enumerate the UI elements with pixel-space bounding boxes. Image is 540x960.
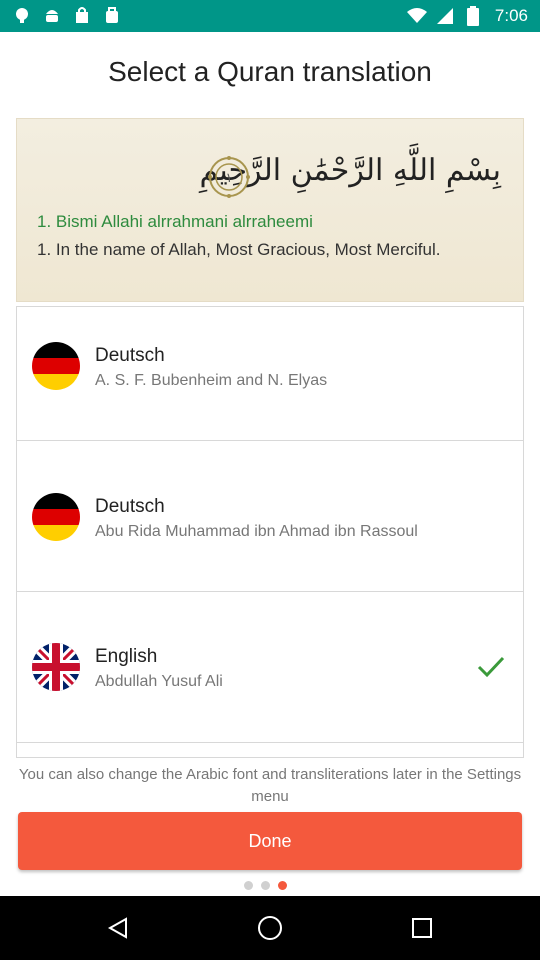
- settings-note: You can also change the Arabic font and …: [18, 766, 522, 805]
- shopping-icon: [102, 5, 122, 25]
- list-item[interactable]: English Abdullah Yusuf Ali: [17, 592, 523, 743]
- transliteration-text: 1. Bismi Allahi alrrahmani alrraheemi: [37, 212, 313, 231]
- checkmark-icon: [477, 655, 505, 679]
- translation-text: 1. In the name of Allah, Most Gracious, …: [37, 240, 441, 259]
- recents-icon[interactable]: [404, 910, 440, 946]
- translation-language: Deutsch: [95, 345, 165, 366]
- signal-icon: [435, 6, 455, 26]
- translation-translator: Abdullah Yusuf Ali: [95, 673, 223, 690]
- page-indicator: [244, 881, 287, 890]
- navigation-bar: [0, 896, 540, 960]
- germany-flag-icon: [32, 493, 80, 541]
- page-title: Select a Quran translation: [108, 56, 432, 87]
- translation-translator: A. S. F. Bubenheim and N. Elyas: [95, 372, 328, 389]
- back-icon[interactable]: [100, 910, 136, 946]
- app-icon: [12, 5, 32, 25]
- status-time: 7:06: [494, 6, 528, 25]
- status-bar: 7:06: [0, 0, 540, 32]
- android-icon: [42, 5, 62, 25]
- bag-icon: [72, 5, 92, 25]
- page-dot: [261, 881, 270, 890]
- done-button[interactable]: Done: [18, 812, 522, 870]
- translation-preview: بِسْمِ اللَّهِ الرَّحْمَٰنِ الرَّحِيمِ ١…: [16, 118, 524, 302]
- page-dot: [244, 881, 253, 890]
- germany-flag-icon: [32, 342, 80, 390]
- ayah-number-icon: ١: [207, 155, 251, 199]
- wifi-icon: [406, 6, 427, 26]
- list-item[interactable]: Deutsch Abu Rida Muhammad ibn Ahmad ibn …: [17, 441, 523, 592]
- uk-flag-icon: [32, 643, 80, 691]
- home-icon[interactable]: [252, 910, 288, 946]
- translation-translator: Abu Rida Muhammad ibn Ahmad ibn Rassoul: [95, 523, 418, 540]
- battery-icon: [463, 6, 483, 26]
- list-item[interactable]: Deutsch A. S. F. Bubenheim and N. Elyas: [17, 307, 523, 441]
- translation-language: English: [95, 646, 158, 667]
- translation-language: Deutsch: [95, 496, 165, 517]
- page-dot-active: [278, 881, 287, 890]
- svg-text:١: ١: [226, 171, 233, 186]
- translation-list[interactable]: Deutsch A. S. F. Bubenheim and N. Elyas …: [16, 306, 524, 758]
